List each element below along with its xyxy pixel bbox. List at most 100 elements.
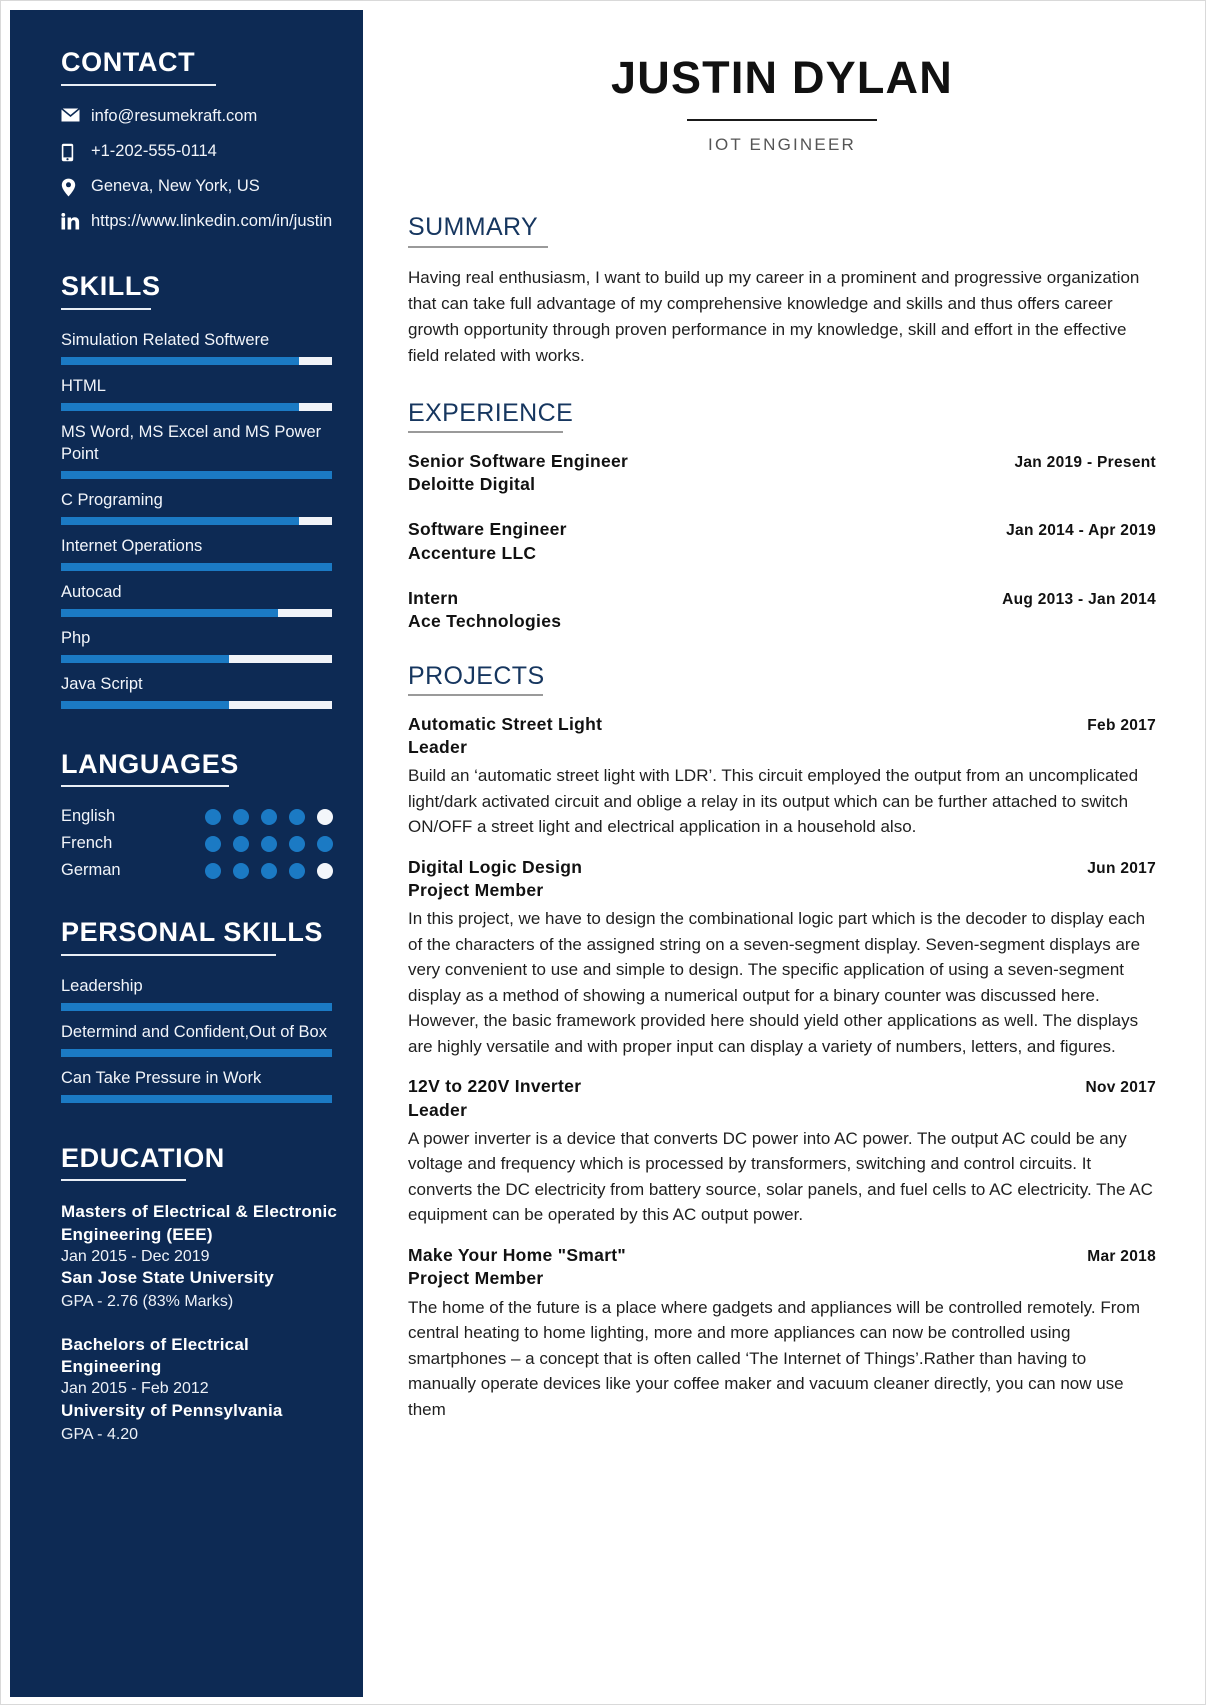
summary-text: Having real enthusiasm, I want to build …	[408, 267, 1140, 365]
level-dot-filled	[233, 862, 249, 879]
experience-job-title: Intern	[408, 588, 459, 608]
project-date: Feb 2017	[1087, 716, 1156, 734]
skill-item: Java Script	[61, 674, 341, 709]
level-dot-empty	[317, 862, 333, 879]
project-item: Make Your Home "Smart" Mar 2018 Project Me…	[408, 1244, 1156, 1422]
education-school: University of Pennsylvania	[61, 1400, 283, 1420]
education-list: Masters of Electrical & Electronic Engin…	[61, 1201, 341, 1446]
skill-label: Simulation Related Softwere	[61, 331, 270, 350]
project-description: In this project, we have to design the c…	[408, 909, 1146, 1056]
project-role: Leader	[408, 737, 468, 758]
phone-icon	[61, 141, 85, 162]
level-dot-filled	[317, 835, 333, 852]
projects-list: Automatic Street Light Feb 2017 Leader Buil…	[408, 713, 1156, 1422]
contact-email-value: info@resumekraft.com	[91, 106, 258, 125]
experience-company: Accenture LLC	[408, 542, 537, 563]
languages-section: LANGUAGES English French German	[61, 748, 341, 881]
level-dot-filled	[289, 835, 305, 852]
resume-page: CONTACT info@resumekraft.com +1-202-555-…	[0, 0, 1206, 1705]
resume-sheet: CONTACT info@resumekraft.com +1-202-555-…	[10, 10, 1198, 1697]
personal-skill-bar-fill	[61, 1048, 332, 1057]
education-school: San Jose State University	[61, 1268, 274, 1288]
project-title: Automatic Street Light	[408, 713, 603, 734]
contact-section: CONTACT info@resumekraft.com +1-202-555-…	[61, 47, 341, 233]
summary-heading: SUMMARY	[408, 213, 539, 242]
projects-section: PROJECTS Automatic Street Light Feb 2017 L…	[408, 662, 1156, 1422]
contact-heading-rule	[61, 83, 216, 86]
skills-heading: SKILLS	[61, 271, 161, 302]
language-item: German	[61, 861, 341, 880]
project-item-header: Digital Logic Design Jun 2017	[408, 856, 1156, 879]
personal-skill-bar-track	[61, 1094, 332, 1103]
skill-bar-fill	[61, 357, 300, 366]
personal-skill-label: Can Take Pressure in Work	[61, 1068, 262, 1087]
education-gpa: GPA - 2.76 (83% Marks)	[61, 1293, 234, 1311]
experience-date-range: Aug 2013 - Jan 2014	[1002, 591, 1156, 608]
skill-bar-fill	[61, 700, 230, 709]
skill-bar-track	[61, 562, 332, 571]
summary-section: SUMMARY Having real enthusiasm, I want t…	[408, 213, 1156, 368]
project-role: Project Member	[408, 1268, 544, 1289]
personal-skill-bar-track	[61, 1048, 332, 1057]
experience-date-range: Jan 2019 - Present	[1014, 453, 1156, 471]
skill-bar-fill	[61, 516, 300, 525]
contact-item-email[interactable]: info@resumekraft.com	[61, 106, 341, 128]
education-heading: EDUCATION	[61, 1142, 225, 1173]
education-gpa: GPA - 4.20	[61, 1425, 139, 1443]
project-date: Mar 2018	[1087, 1247, 1156, 1265]
level-dot-filled	[261, 835, 277, 852]
contact-heading: CONTACT	[61, 47, 196, 77]
project-role: Project Member	[408, 880, 544, 901]
skill-label: Autocad	[61, 582, 122, 601]
project-role: Leader	[408, 1099, 468, 1120]
education-item: Masters of Electrical & Electronic Engin…	[61, 1201, 341, 1314]
experience-list: Senior Software Engineer Jan 2019 - Prese…	[408, 450, 1156, 634]
skills-heading-rule	[61, 308, 151, 311]
experience-company: Ace Technologies	[408, 611, 562, 632]
experience-job-title: Software Engineer	[408, 519, 567, 540]
skill-item: Simulation Related Softwere	[61, 330, 341, 366]
project-title: Digital Logic Design	[408, 856, 583, 877]
project-item: Automatic Street Light Feb 2017 Leader Buil…	[408, 713, 1156, 840]
experience-item-header: Senior Software Engineer Jan 2019 - Prese…	[408, 450, 1156, 473]
skill-bar-fill	[61, 403, 300, 411]
job-role-subtitle: IOT ENGINEER	[708, 135, 856, 155]
personal-skill-bar-fill	[61, 1002, 332, 1011]
experience-section: EXPERIENCE Senior Software Engineer Jan 2…	[408, 399, 1156, 634]
education-dates: Jan 2015 - Dec 2019	[61, 1247, 210, 1265]
project-description: The home of the future is a place where …	[408, 1297, 1141, 1419]
skill-bar-track	[61, 357, 332, 366]
education-section: EDUCATION Masters of Electrical & Electr…	[61, 1142, 341, 1447]
project-description: A power inverter is a device that conver…	[408, 1128, 1153, 1225]
envelope-icon	[61, 106, 85, 122]
language-item: French	[61, 834, 341, 853]
experience-item: Software Engineer Jan 2014 - Apr 2019 Acce…	[408, 518, 1156, 565]
personal-skills-heading: PERSONAL SKILLS	[61, 917, 324, 948]
level-dot-filled	[289, 808, 305, 825]
project-date: Nov 2017	[1085, 1079, 1156, 1097]
personal-skill-bar-fill	[61, 1094, 332, 1103]
linkedin-icon	[61, 211, 85, 231]
skill-bar-fill	[61, 654, 230, 663]
project-date: Jun 2017	[1087, 859, 1156, 877]
personal-skill-bar-track	[61, 1002, 332, 1011]
experience-heading-rule	[408, 431, 563, 433]
personal-skill-item: Determind and Confident,Out of Box	[61, 1022, 341, 1057]
education-dates: Jan 2015 - Feb 2012	[61, 1380, 209, 1398]
project-item: 12V to 220V Inverter Nov 2017 Leader A powe…	[408, 1075, 1156, 1228]
skills-list: Simulation Related Softwere HTML MS Word, …	[61, 330, 341, 709]
languages-heading: LANGUAGES	[61, 748, 239, 779]
language-label: French	[61, 834, 113, 853]
project-item-header: 12V to 220V Inverter Nov 2017	[408, 1075, 1156, 1098]
contact-item-location[interactable]: Geneva, New York, US	[61, 176, 341, 198]
contact-item-linkedin[interactable]: https://www.linkedin.com/in/justin	[61, 211, 341, 233]
experience-item: Senior Software Engineer Jan 2019 - Prese…	[408, 450, 1156, 497]
personal-skill-item: Leadership	[61, 976, 341, 1011]
projects-heading-rule	[408, 694, 543, 696]
personal-skills-list: Leadership Determind and Confident,Out of…	[61, 976, 341, 1103]
experience-heading: EXPERIENCE	[408, 398, 574, 427]
personal-skills-section: PERSONAL SKILLS Leadership Determind and …	[61, 918, 341, 1103]
contact-item-phone[interactable]: +1-202-555-0114	[61, 141, 341, 163]
skill-bar-track	[61, 403, 332, 411]
project-title: 12V to 220V Inverter	[408, 1076, 582, 1097]
